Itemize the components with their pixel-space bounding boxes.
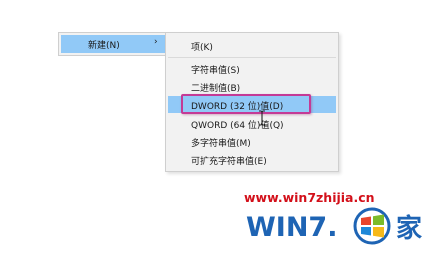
submenu-item-label: 可扩充字符串值(E) — [191, 157, 267, 167]
svg-text:家: 家 — [396, 213, 422, 244]
submenu-item-label: QWORD (64 位)值(Q) — [191, 121, 284, 131]
menu-item-new[interactable]: 新建(N) › — [61, 35, 165, 53]
submenu-item-label: 多字符串值(M) — [191, 139, 251, 149]
text-cursor-icon — [259, 110, 265, 126]
submenu-item-label: 项(K) — [191, 43, 213, 53]
watermark-logo-text: WIN7. 家 — [246, 212, 422, 244]
submenu-item-string-value[interactable]: 字符串值(S) — [168, 60, 336, 77]
chevron-right-icon: › — [154, 37, 158, 47]
submenu-item-expandable-string-value[interactable]: 可扩充字符串值(E) — [168, 151, 336, 168]
svg-text:WIN7.: WIN7. — [246, 212, 337, 243]
highlight-callout — [181, 94, 311, 114]
watermark-url: www.win7zhijia.cn — [244, 190, 375, 205]
submenu-item-label: 字符串值(S) — [191, 66, 240, 76]
menu-separator — [168, 57, 336, 58]
menu-item-new-label: 新建(N) — [88, 41, 120, 51]
submenu-item-binary-value[interactable]: 二进制值(B) — [168, 78, 336, 95]
submenu-item-label: 二进制值(B) — [191, 84, 241, 94]
submenu-item-multi-string-value[interactable]: 多字符串值(M) — [168, 133, 336, 150]
watermark-logo: WIN7. 家 — [246, 207, 422, 245]
context-menu: 新建(N) › — [58, 32, 166, 56]
windows-logo-icon — [353, 207, 391, 245]
submenu-item-qword-value[interactable]: QWORD (64 位)值(Q) — [168, 115, 336, 132]
submenu-item-key[interactable]: 项(K) — [168, 37, 336, 54]
